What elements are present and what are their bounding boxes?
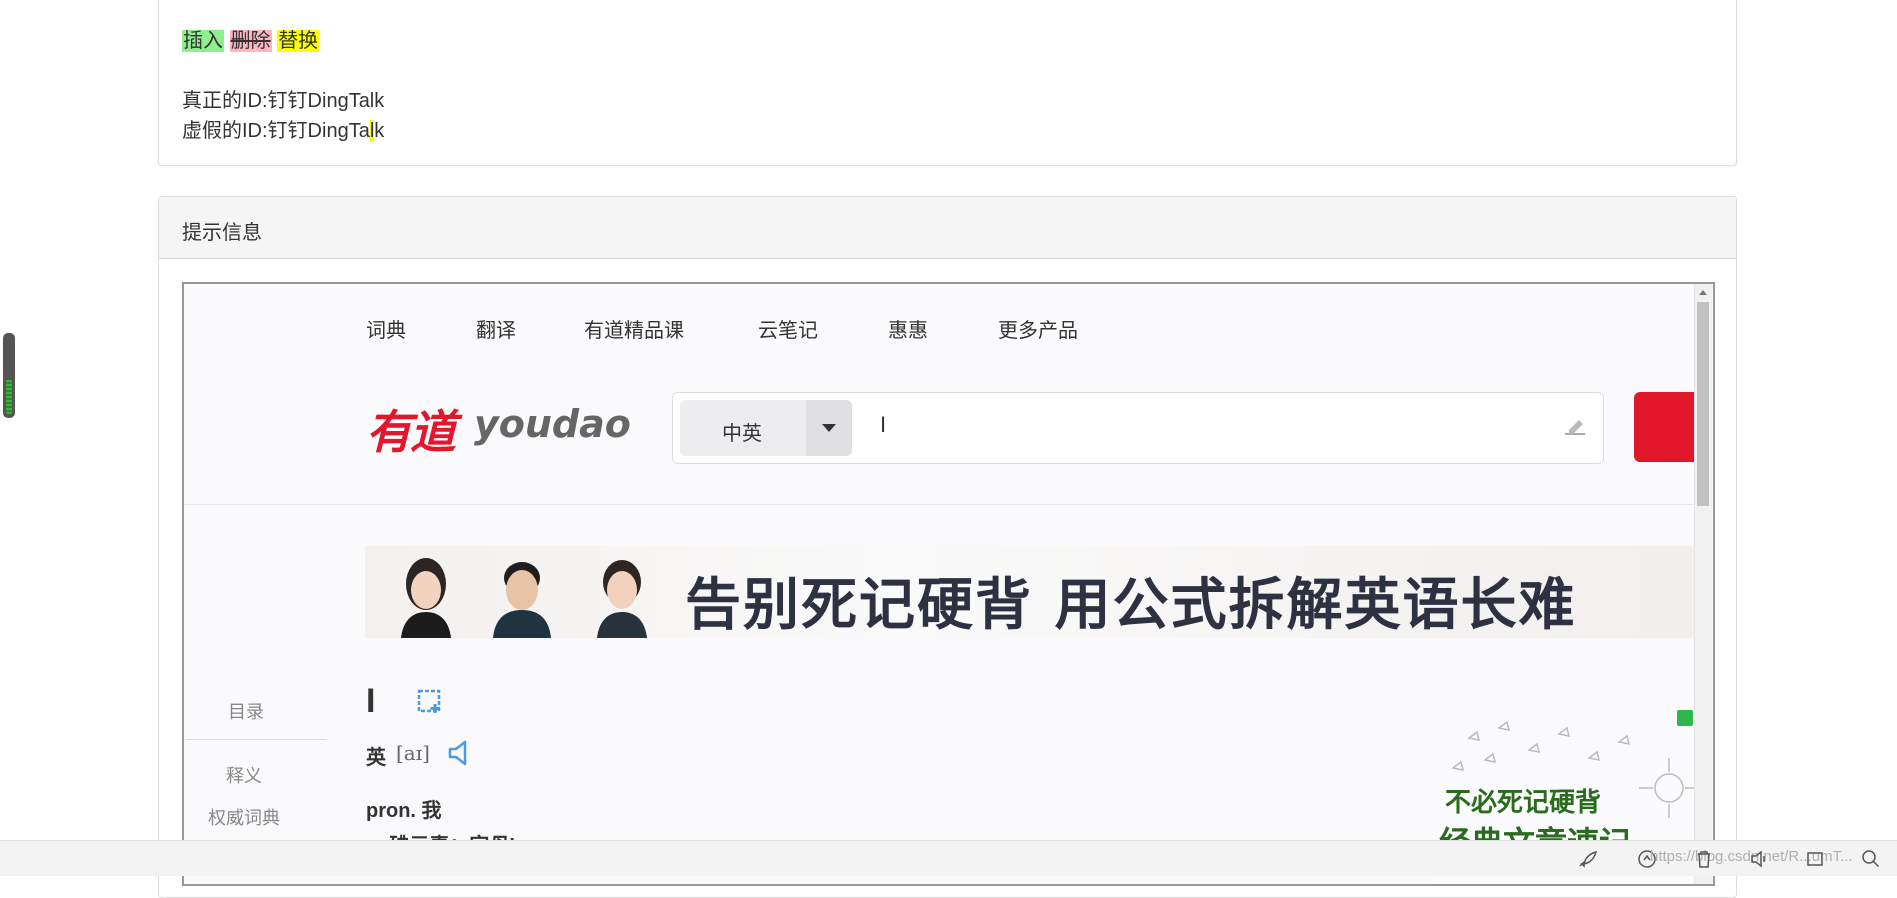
fake-id-prefix: 虚假的ID:钉钉DingTa [182, 120, 370, 142]
scroll-up-arrow-icon[interactable] [1699, 290, 1707, 295]
ad-text-line1: 不必死记硬背 [1445, 787, 1602, 817]
nav-cloudnote[interactable]: 云笔记 [758, 314, 818, 343]
teacher-photo-3 [597, 560, 647, 638]
bottom-status-bar [0, 840, 1897, 876]
toc-item-authority-dict[interactable]: 权威词典 [208, 804, 280, 830]
fake-id-suffix: k [374, 120, 385, 142]
side-scroll-handle[interactable] [3, 333, 15, 418]
diff-result-panel [158, 0, 1737, 166]
toc-item-definition[interactable]: 释义 [226, 762, 262, 788]
phonetic-label: 英 [366, 747, 386, 769]
search-input[interactable]: I [880, 412, 886, 438]
definition: pron. 我 [366, 800, 442, 822]
nav-huihui[interactable]: 惠惠 [888, 314, 928, 343]
search-button[interactable] [1634, 392, 1700, 462]
add-to-wordbook-icon[interactable] [416, 686, 446, 716]
banner-text: 告别死记硬背 用公式拆解英语长难 [685, 573, 1577, 638]
toc-title: 目录 [228, 702, 264, 722]
headword: I [366, 682, 376, 720]
teacher-photo-2 [493, 562, 551, 638]
nav-dict[interactable]: 词典 [366, 314, 406, 343]
diff-legend: 插入 删除 替换 [182, 24, 320, 53]
rocket-icon[interactable] [1576, 848, 1598, 870]
legend-delete: 删除 [229, 30, 272, 52]
toc-divider [186, 739, 326, 740]
real-id-line: 真正的ID:钉钉DingTalk [182, 90, 385, 112]
search-icon[interactable] [1860, 848, 1882, 870]
nav-course[interactable]: 有道精品课 [584, 314, 684, 343]
hint-panel-title: 提示信息 [182, 222, 262, 244]
ad-banner[interactable]: 告别死记硬背 用公式拆解英语长难 [365, 546, 1695, 638]
hint-panel-header [159, 197, 1736, 259]
speaker-icon[interactable] [446, 738, 472, 768]
iframe-scrollbar[interactable] [1694, 284, 1712, 884]
window-icon[interactable] [1804, 848, 1826, 870]
legend-replace: 替换 [277, 30, 320, 52]
scrollbar-thumb[interactable] [1697, 302, 1709, 506]
handwriting-icon[interactable] [1562, 412, 1588, 438]
chevron-down-icon[interactable] [806, 400, 852, 456]
language-select-label: 中英 [722, 423, 762, 445]
trash-icon[interactable] [1693, 848, 1715, 870]
volume-icon[interactable] [1748, 848, 1770, 870]
nav-translate[interactable]: 翻译 [476, 314, 516, 343]
youdao-iframe[interactable]: 词典 翻译 有道精品课 云笔记 惠惠 更多产品 有道 youdao 中英 I 告… [182, 282, 1715, 886]
play-icon[interactable] [1677, 710, 1693, 726]
scroll-progress-fill [6, 380, 12, 414]
nav-more-products[interactable]: 更多产品 [998, 314, 1078, 343]
legend-insert: 插入 [182, 30, 224, 52]
teacher-photo-1 [401, 558, 451, 638]
phonetic: [aɪ] [396, 741, 430, 765]
youdao-logo-cn[interactable]: 有道 [366, 396, 456, 462]
fake-id-line: 虚假的ID:钉钉DingTalk [182, 114, 384, 143]
youdao-logo-en[interactable]: youdao [474, 402, 631, 446]
